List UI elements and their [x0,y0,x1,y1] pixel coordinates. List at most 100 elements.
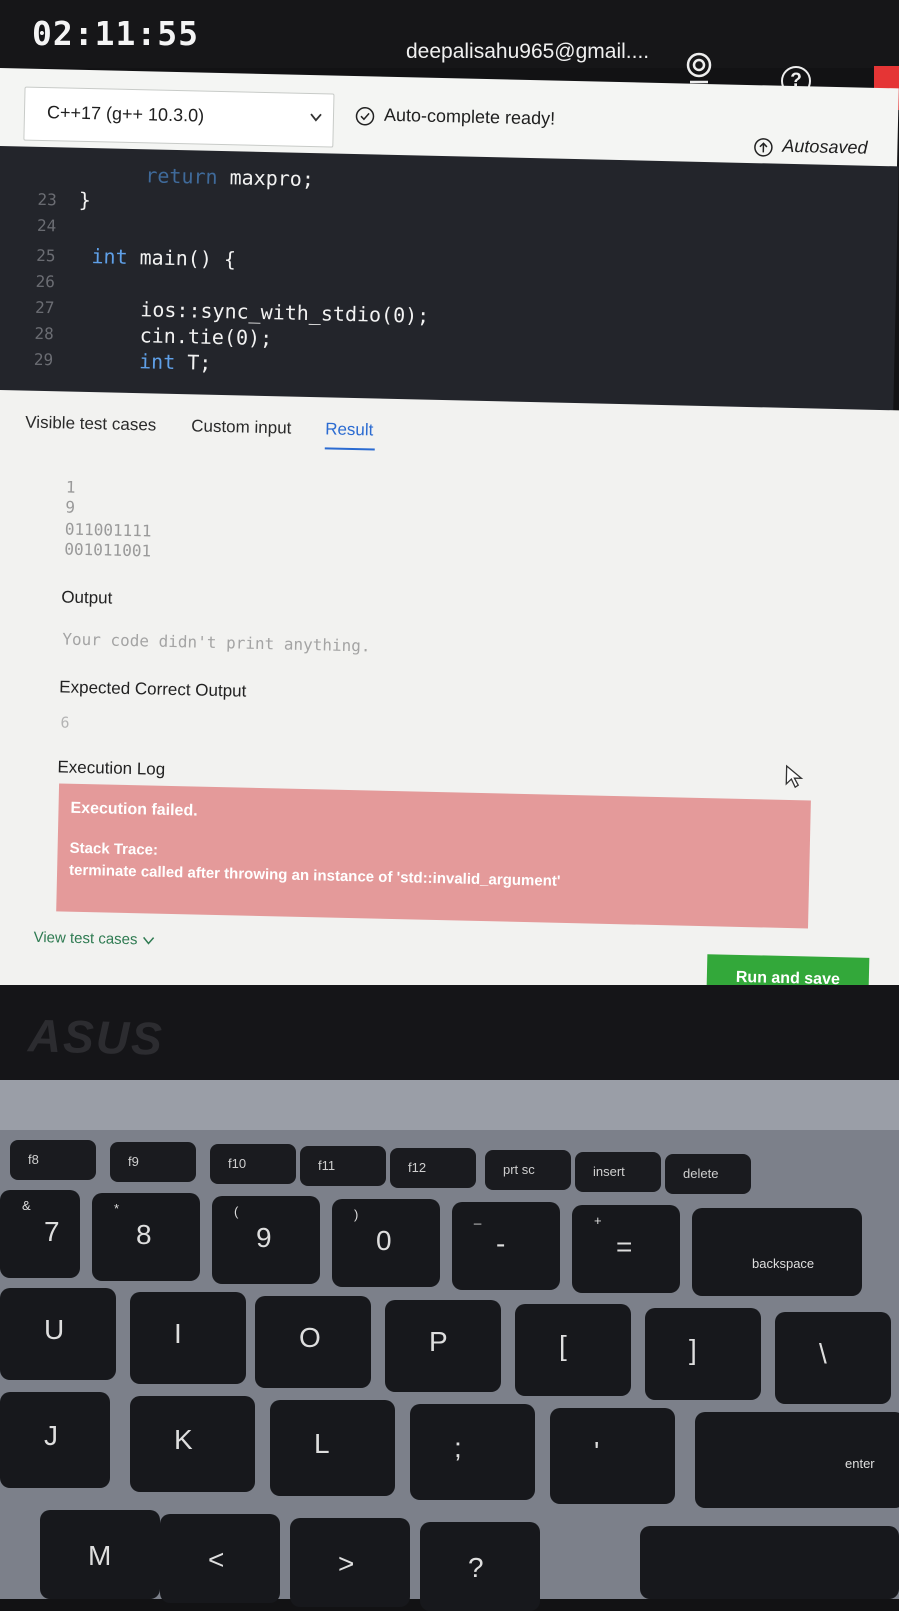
language-value: C++17 (g++ 10.3.0) [46,102,205,126]
keyboard-key: K [130,1396,255,1492]
key-shift-label: + [594,1213,602,1228]
code-text: int main() { [91,244,236,271]
keyboard-key: + = [572,1205,680,1293]
keyboard-key: ; [410,1404,535,1500]
key-label: \ [819,1338,827,1369]
key-label: L [314,1428,330,1459]
function-key: prt sc [485,1150,571,1190]
keyboard-key: \ [775,1312,891,1404]
keyboard-key: M [40,1510,160,1599]
test-input-line: 001011001 [64,539,152,561]
keyboard-key: (9 [212,1196,320,1284]
key-label: P [429,1326,448,1357]
stack-trace-text: terminate called after throwing an insta… [68,861,561,890]
tab-visible-test-cases[interactable]: Visible test cases [25,413,156,436]
key-shift-label: * [114,1201,120,1216]
key-shift-label: ) [354,1207,359,1222]
tab-custom-input[interactable]: Custom input [191,416,292,438]
tab-result[interactable]: Result [325,419,374,440]
key-label: ] [689,1334,697,1365]
execution-log-label: Execution Log [57,757,166,779]
keyboard-key: P [385,1300,501,1392]
line-number: 24 [36,215,57,236]
view-test-cases-label: View test cases [33,928,138,949]
result-tabs: Visible test cases Custom input Result [25,403,375,451]
code-keyword: int [138,349,176,375]
keyboard-key: ) 0 [332,1199,440,1287]
line-number: 26 [35,271,56,292]
function-key-label: f12 [408,1160,427,1175]
function-key-label: delete [683,1166,719,1181]
code-text: } [79,188,92,212]
code-token: maxpro; [217,164,315,192]
expected-output-value: 6 [60,713,70,732]
code-keyword: return [145,163,218,189]
keyboard-key: L [270,1400,395,1496]
keyboard-key: & 7 [0,1190,80,1278]
function-key-label: f11 [318,1158,336,1173]
key-label: O [299,1322,321,1353]
key-shift-label: ( [234,1204,239,1219]
code-keyword: int [91,244,128,269]
key-label: > [338,1548,355,1579]
key-label: < [208,1544,225,1575]
keyboard-key: [ [515,1304,631,1396]
autocomplete-status: Auto-complete ready! [383,104,556,129]
top-bar: 02:11:55 deepalisahu965@gmail.... ? [0,0,899,110]
keyboard-key: < [160,1514,280,1603]
keyboard-key: _ - [452,1202,560,1290]
key-label: 9 [256,1222,272,1253]
keyboard-key: enter [695,1412,899,1508]
key-shift-label: & [22,1198,31,1213]
code-token: main() { [127,244,237,272]
results-panel: Visible test cases Custom input Result 1… [0,390,899,1031]
code-text: cin.tie(0); [139,323,272,350]
key-label: I [174,1318,182,1349]
autosave-status: Autosaved [782,135,868,158]
key-label: 8 [136,1219,152,1250]
line-number: 29 [33,349,54,370]
keyboard-deck-top [0,1080,899,1130]
test-input-line: 9 [65,497,76,517]
function-key-label: insert [593,1164,625,1179]
output-text: Your code didn't print anything. [62,629,371,656]
key-label: J [44,1420,58,1451]
keyboard-key: U [0,1288,116,1380]
view-test-cases-link[interactable]: View test cases [33,929,155,949]
webcam-icon [686,52,712,84]
check-circle-icon [355,107,375,126]
keyboard-key: ? [420,1522,540,1611]
keyboard-key: I [130,1292,246,1384]
language-select[interactable]: C++17 (g++ 10.3.0) [23,86,335,148]
code-token: T; [174,350,212,375]
line-number: 28 [34,323,54,344]
line-number: 23 [37,189,58,210]
laptop-brand-logo: ASUS [27,1009,165,1065]
code-text: return maxpro; [145,163,314,191]
keyboard-key: * 8 [92,1193,200,1281]
key-label: [ [559,1330,567,1361]
key-shift-label: _ [474,1210,482,1225]
function-key-label: f9 [128,1154,139,1169]
key-label: 0 [376,1225,392,1256]
function-key: f8 [10,1140,96,1180]
function-key: delete [665,1154,751,1194]
function-key-label: f10 [228,1156,247,1171]
function-key: f11 [300,1146,386,1186]
keyboard-key [640,1526,899,1599]
key-label: backspace [752,1256,815,1271]
user-email[interactable]: deepalisahu965@gmail.... [406,40,649,64]
line-number [0,163,58,164]
countdown-timer: 02:11:55 [32,14,199,53]
function-key-label: prt sc [503,1162,535,1177]
line-number: 25 [36,245,56,266]
function-key: f9 [110,1142,196,1182]
key-label: = [616,1231,633,1262]
upload-circle-icon [754,138,773,157]
code-editor[interactable]: return maxpro; 23} 24 25 int main() {26 27 ios… [0,146,899,415]
active-tab-indicator [324,447,375,451]
key-label: - [496,1228,506,1259]
keyboard-key: ' [550,1408,675,1504]
key-label: K [174,1424,193,1455]
execution-failed-text: Execution failed. [70,799,198,820]
